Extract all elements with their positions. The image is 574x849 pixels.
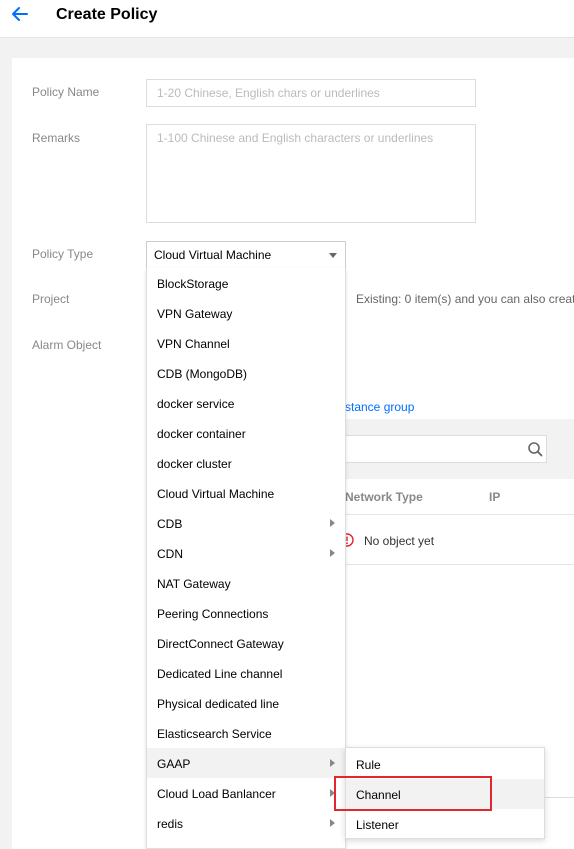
dropdown-item[interactable]: Physical dedicated line	[147, 688, 345, 718]
policy-name-label: Policy Name	[32, 85, 100, 99]
dropdown-item-label: VPN Gateway	[157, 307, 233, 321]
policy-type-value: Cloud Virtual Machine	[154, 248, 272, 262]
dropdown-item[interactable]: NAT Gateway	[147, 568, 345, 598]
dropdown-item[interactable]: docker service	[147, 388, 345, 418]
dropdown-item[interactable]: VPN Gateway	[147, 298, 345, 328]
chevron-right-icon	[330, 819, 335, 827]
dropdown-item-label: docker cluster	[157, 457, 232, 471]
dropdown-item-label: VPN Channel	[157, 337, 230, 351]
instance-group-link[interactable]: stance group	[345, 400, 414, 414]
object-search-input[interactable]	[345, 435, 547, 463]
policy-type-label: Policy Type	[32, 247, 94, 261]
dropdown-item[interactable]: CDB (MongoDB)	[147, 358, 345, 388]
dropdown-item[interactable]: Cloud Virtual Machine	[147, 478, 345, 508]
remarks-label: Remarks	[32, 131, 81, 145]
dropdown-item[interactable]: Elasticsearch Service	[147, 718, 345, 748]
dropdown-item-label: Elasticsearch Service	[157, 727, 272, 741]
dropdown-item-label: NAT Gateway	[157, 577, 231, 591]
dropdown-item[interactable]: redis	[147, 808, 345, 838]
back-arrow-icon[interactable]	[10, 4, 30, 24]
dropdown-item-label: CDN	[157, 547, 183, 561]
policy-name-input[interactable]: 1-20 Chinese, English chars or underline…	[146, 79, 476, 107]
submenu-item-listener[interactable]: Listener	[346, 809, 544, 839]
alarm-object-label: Alarm Object	[32, 338, 102, 352]
dropdown-item-label: CDB	[157, 517, 183, 531]
column-ip: IP	[489, 490, 501, 504]
dropdown-item[interactable]: docker container	[147, 418, 345, 448]
dropdown-item[interactable]: docker cluster	[147, 448, 345, 478]
chevron-right-icon	[330, 759, 335, 767]
dropdown-item-label: Physical dedicated line	[157, 697, 280, 711]
dropdown-item-label: Cloud Virtual Machine	[157, 487, 275, 501]
page-title: Create Policy	[56, 6, 158, 23]
dropdown-item[interactable]: CDN	[147, 538, 345, 568]
dropdown-item-label: Peering Connections	[157, 607, 269, 621]
chevron-right-icon	[330, 549, 335, 557]
dropdown-item-label: redis	[157, 817, 184, 831]
project-label: Project	[32, 292, 70, 306]
submenu-item-channel[interactable]: Channel	[346, 779, 544, 809]
dropdown-item[interactable]: BlockStorage	[147, 268, 345, 298]
chevron-right-icon	[330, 789, 335, 797]
dropdown-item-label: GAAP	[157, 757, 191, 771]
dropdown-item[interactable]: Peering Connections	[147, 598, 345, 628]
policy-type-dropdown: BlockStorage VPN Gateway VPN Channel CDB…	[146, 268, 346, 849]
remarks-textarea[interactable]: 1-100 Chinese and English characters or …	[146, 124, 476, 223]
divider	[545, 797, 574, 798]
column-network-type: Network Type	[345, 490, 423, 504]
dropdown-item-label: CDB (MongoDB)	[157, 367, 248, 381]
dropdown-item-label: docker service	[157, 397, 235, 411]
search-icon[interactable]	[527, 441, 543, 457]
page-header: Create Policy	[0, 0, 574, 38]
submenu-item-rule[interactable]: Rule	[346, 749, 544, 779]
dropdown-item-label: docker container	[157, 427, 246, 441]
dropdown-item-label: Cloud Load Banlancer	[157, 787, 276, 801]
dropdown-item[interactable]: Dedicated Line channel	[147, 658, 345, 688]
dropdown-item-label: BlockStorage	[157, 277, 229, 291]
project-hint: Existing: 0 item(s) and you can also cre…	[356, 292, 574, 306]
dropdown-item[interactable]: DirectConnect Gateway	[147, 628, 345, 658]
chevron-right-icon	[330, 519, 335, 527]
policy-type-select[interactable]: Cloud Virtual Machine	[146, 241, 346, 269]
dropdown-item[interactable]: Cloud Load Banlancer	[147, 778, 345, 808]
dropdown-item[interactable]: CDB	[147, 508, 345, 538]
dropdown-item-gaap[interactable]: GAAP	[147, 748, 345, 778]
dropdown-item-label: Dedicated Line channel	[157, 667, 283, 681]
gaap-submenu: Rule Channel Listener	[345, 747, 545, 839]
dropdown-item[interactable]: VPN Channel	[147, 328, 345, 358]
caret-down-icon	[329, 253, 337, 258]
empty-state-text: No object yet	[364, 534, 435, 548]
dropdown-item-label: DirectConnect Gateway	[157, 637, 284, 651]
